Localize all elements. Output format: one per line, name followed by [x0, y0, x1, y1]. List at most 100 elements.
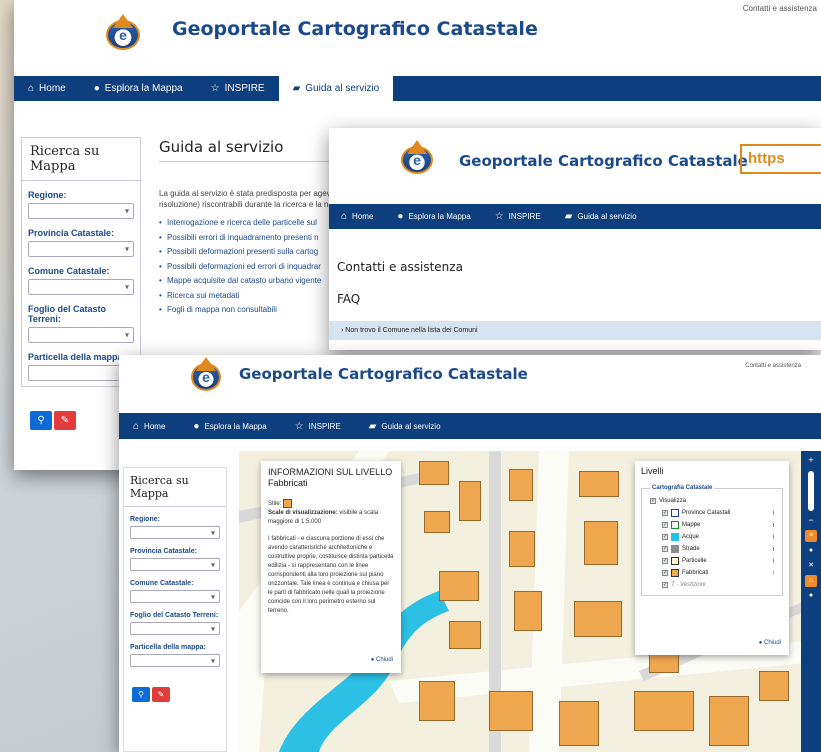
levels-close-label: Chiudi: [763, 640, 781, 646]
search-button[interactable]: ⚲: [132, 687, 150, 702]
book-icon: ▰: [292, 83, 301, 94]
particella-label: Particella della mappa:: [130, 644, 206, 651]
nav-inspire-label: INSPIRE: [508, 212, 541, 221]
regione-label: Regione:: [28, 190, 67, 200]
zoom-out-button[interactable]: −: [801, 515, 821, 527]
visualizza-toggle[interactable]: ✓ Visualizza: [650, 495, 774, 507]
site-header: e Geoportale Cartografico Catastale Cont…: [14, 0, 821, 76]
faq-item[interactable]: › Non trovo il Comune nella lista dei Co…: [329, 321, 821, 340]
foglio-label: Foglio del Catasto Terreni:: [130, 612, 219, 619]
circle-close-icon: ●: [370, 657, 375, 663]
layer-checkbox[interactable]: ✓: [662, 582, 668, 588]
info-close-button[interactable]: ● Chiudi: [371, 656, 393, 665]
foglio-select[interactable]: [28, 327, 134, 343]
building-style-swatch: [283, 499, 293, 508]
nav-home[interactable]: ⌂ Home: [119, 413, 179, 439]
layer-row[interactable]: ✓ Particelle i: [650, 555, 774, 567]
levels-close-button[interactable]: ● Chiudi: [759, 640, 781, 646]
cadastral-map[interactable]: INFORMAZIONI SUL LIVELLO Fabbricati Stile…: [239, 451, 805, 752]
layer-name: Mappe: [682, 522, 701, 528]
layer-name: Fabbricati: [682, 570, 709, 576]
layer-name: Strade: [682, 546, 700, 552]
nav-explore-label: Esplora la Mappa: [104, 83, 183, 94]
home-icon: ⌂: [28, 83, 35, 94]
layer-checkbox[interactable]: ✓: [662, 510, 668, 516]
site-title[interactable]: Geoportale Cartografico Catastale: [239, 365, 528, 383]
layer-checkbox[interactable]: ✓: [662, 546, 668, 552]
search-button[interactable]: ⚲: [30, 411, 52, 430]
layers-tool-button[interactable]: ≡: [805, 530, 817, 542]
zoom-in-button[interactable]: +: [801, 455, 821, 467]
layer-color-swatch: [671, 545, 679, 553]
info-icon[interactable]: i: [772, 534, 774, 541]
layer-name: Particelle: [682, 558, 707, 564]
nav-inspire[interactable]: ☆ INSPIRE: [483, 204, 553, 229]
layer-row[interactable]: ✓ Acque i: [650, 531, 774, 543]
nav-explore-map[interactable]: ● Esplora la Mappa: [385, 204, 482, 229]
contacts-page-window: e Geoportale Cartografico Catastale http…: [329, 128, 821, 350]
nav-inspire[interactable]: ☆ INSPIRE: [197, 76, 279, 101]
provincia-select[interactable]: [28, 241, 134, 257]
comune-select[interactable]: [130, 590, 220, 603]
contacts-link[interactable]: Contatti e assistenza: [743, 4, 817, 13]
clear-button[interactable]: ✎: [152, 687, 170, 702]
agenzia-entrate-logo-icon[interactable]: e: [401, 140, 433, 174]
layer-info-name: Fabbricati: [268, 478, 308, 488]
layer-row[interactable]: ✓ Fabbricati i: [650, 567, 774, 579]
url-callout: https: [740, 144, 821, 174]
locate-tool-button[interactable]: ⌂: [805, 575, 817, 587]
nav-explore-map[interactable]: ● Esplora la Mappa: [80, 76, 197, 101]
nav-inspire[interactable]: ☆ INSPIRE: [281, 413, 355, 439]
layer-description: I fabbricati - e ciascuna porzione di es…: [268, 536, 394, 615]
layer-color-swatch: [671, 509, 679, 517]
foglio-select[interactable]: [130, 622, 220, 635]
layer-checkbox[interactable]: ✓: [662, 534, 668, 540]
checkbox[interactable]: ✓: [650, 498, 656, 504]
agenzia-entrate-logo-icon[interactable]: e: [106, 14, 140, 50]
clear-button[interactable]: ✎: [54, 411, 76, 430]
nav-home[interactable]: ⌂ Home: [329, 204, 385, 229]
zoom-slider[interactable]: [808, 471, 814, 511]
layer-checkbox[interactable]: ✓: [662, 522, 668, 528]
star-icon: ☆: [294, 420, 304, 432]
legend-tool-button[interactable]: ●: [805, 590, 817, 602]
nav-guide[interactable]: ▰ Guida al servizio: [553, 204, 649, 229]
comune-select[interactable]: [28, 279, 134, 295]
info-icon[interactable]: i: [772, 558, 774, 565]
layer-checkbox[interactable]: ✓: [662, 570, 668, 576]
info-tool-button[interactable]: ●: [805, 545, 817, 557]
info-icon[interactable]: i: [772, 546, 774, 553]
site-title[interactable]: Geoportale Cartografico Catastale: [172, 18, 538, 40]
layer-color-swatch: [671, 557, 679, 565]
style-label: Stile:: [268, 501, 282, 508]
regione-select[interactable]: [130, 526, 220, 539]
contacts-link[interactable]: Contatti e assistenza: [745, 363, 801, 369]
map-toolbar: + − ≡ ● ✕ ⌂ ●: [801, 451, 821, 752]
comune-label: Comune Catastale:: [28, 266, 110, 276]
regione-select[interactable]: [28, 203, 134, 219]
info-icon[interactable]: i: [772, 522, 774, 529]
nav-guide[interactable]: ▰ Guida al servizio: [355, 413, 455, 439]
site-title[interactable]: Geoportale Cartografico Catastale: [459, 152, 748, 170]
layer-row[interactable]: ✓ Mappe i: [650, 519, 774, 531]
star-icon: ☆: [494, 211, 504, 222]
search-panel-title: Ricerca su Mappa: [22, 138, 140, 181]
book-icon: ▰: [564, 211, 573, 222]
info-icon[interactable]: i: [772, 570, 774, 577]
globe-icon: ●: [193, 420, 200, 432]
nav-home[interactable]: ⌂ Home: [14, 76, 80, 101]
layer-row[interactable]: ✓ T - Vestizioni: [650, 579, 774, 591]
fullscreen-tool-button[interactable]: ✕: [805, 560, 817, 572]
particella-select[interactable]: [130, 654, 220, 667]
building-polygon: [509, 469, 533, 501]
info-icon[interactable]: i: [772, 510, 774, 517]
building-polygon: [514, 591, 542, 631]
nav-explore-map[interactable]: ● Esplora la Mappa: [179, 413, 280, 439]
agenzia-entrate-logo-icon[interactable]: e: [191, 357, 221, 391]
layer-row[interactable]: ✓ Strade i: [650, 543, 774, 555]
layer-checkbox[interactable]: ✓: [662, 558, 668, 564]
nav-guide[interactable]: ▰ Guida al servizio: [278, 76, 394, 101]
layer-row[interactable]: ✓ Province Catastali i: [650, 507, 774, 519]
provincia-select[interactable]: [130, 558, 220, 571]
nav-home-label: Home: [39, 83, 66, 94]
